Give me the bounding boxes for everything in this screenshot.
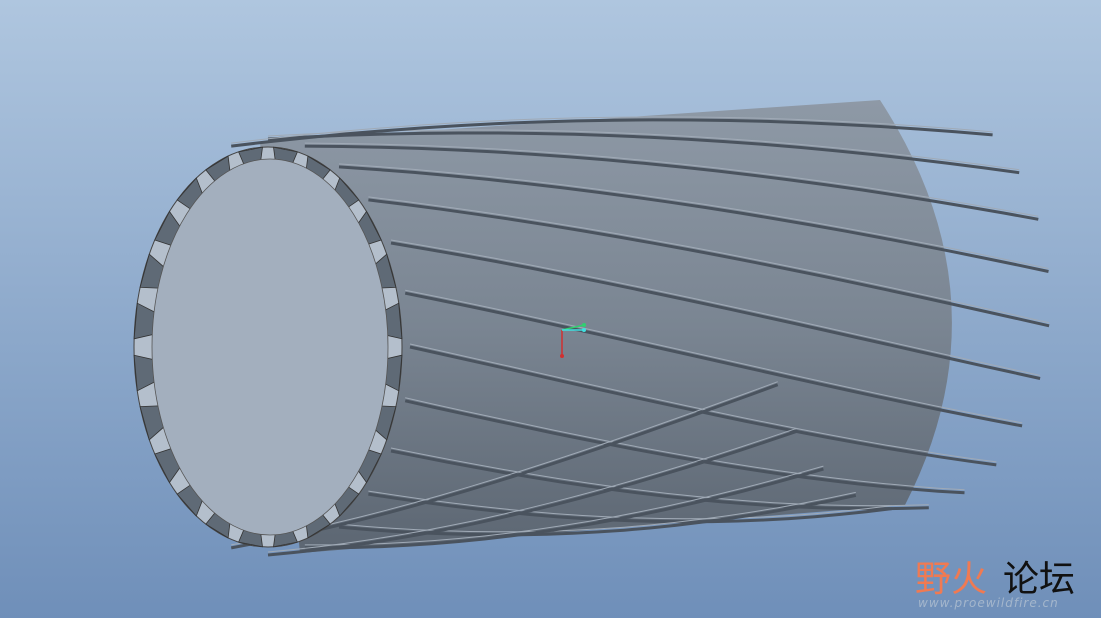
- bore-face: [151, 158, 389, 536]
- watermark-brand-orange: 野火: [915, 559, 988, 600]
- helical-rotor-model[interactable]: [0, 0, 1101, 618]
- watermark-brand-black: 论坛: [1003, 559, 1076, 600]
- watermark-url: www.proewildfire.cn: [918, 596, 1059, 610]
- front-face: [133, 146, 403, 548]
- cad-viewport[interactable]: 野火 论坛 www.proewildfire.cn: [0, 0, 1101, 618]
